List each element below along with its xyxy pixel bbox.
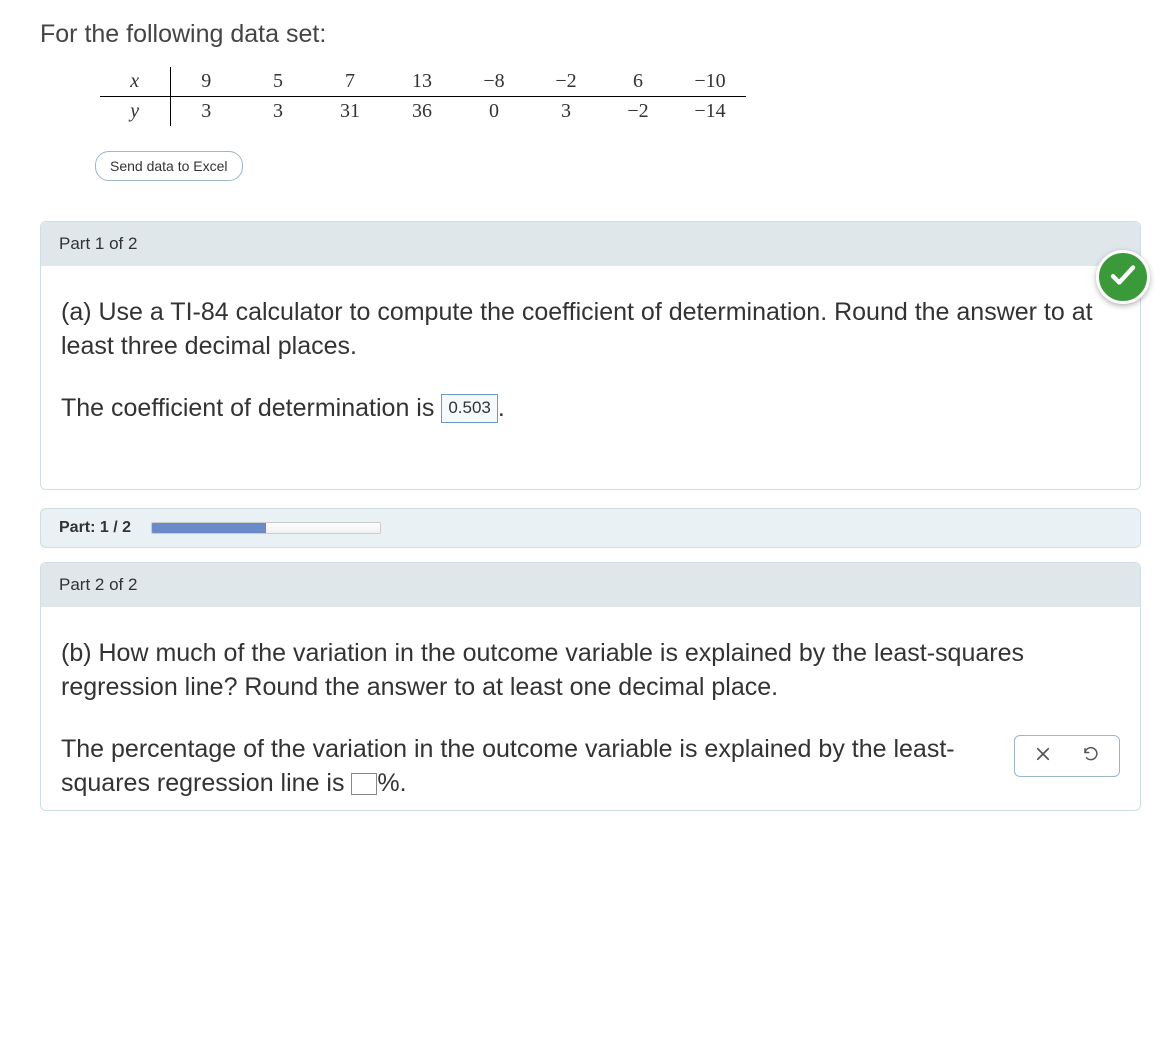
part2-body: (b) How much of the variation in the out… bbox=[41, 607, 1140, 810]
data-table: x 9 5 7 13 −8 −2 6 −10 y 3 3 31 36 0 3 −… bbox=[100, 67, 746, 126]
part2-answer-prefix: The percentage of the variation in the o… bbox=[61, 735, 955, 797]
close-icon bbox=[1034, 739, 1052, 773]
part1-answer-suffix: . bbox=[498, 394, 505, 422]
part2-answer-line: The percentage of the variation in the o… bbox=[61, 733, 994, 801]
clear-button[interactable] bbox=[1033, 746, 1053, 766]
check-icon bbox=[1108, 260, 1138, 295]
cell: −14 bbox=[674, 97, 746, 127]
cell: −10 bbox=[674, 67, 746, 97]
cell: 0 bbox=[458, 97, 530, 127]
cell: 9 bbox=[170, 67, 242, 97]
part1-question: (a) Use a TI-84 calculator to compute th… bbox=[61, 296, 1120, 364]
part2-question: (b) How much of the variation in the out… bbox=[61, 637, 1120, 705]
cell: −2 bbox=[530, 67, 602, 97]
cell: 3 bbox=[170, 97, 242, 127]
cell: −8 bbox=[458, 67, 530, 97]
cell: 7 bbox=[314, 67, 386, 97]
part1-answer-line: The coefficient of determination is 0.50… bbox=[61, 392, 1120, 426]
part1-answer-input[interactable]: 0.503 bbox=[441, 394, 498, 423]
correct-badge bbox=[1096, 250, 1150, 304]
cell: 13 bbox=[386, 67, 458, 97]
part1-answer-prefix: The coefficient of determination is bbox=[61, 394, 441, 422]
send-to-excel-button[interactable]: Send data to Excel bbox=[95, 151, 243, 181]
part2-answer-suffix: %. bbox=[377, 769, 406, 797]
table-row: y 3 3 31 36 0 3 −2 −14 bbox=[100, 97, 746, 127]
part2-answer-row: The percentage of the variation in the o… bbox=[61, 733, 1120, 801]
reset-button[interactable] bbox=[1081, 746, 1101, 766]
progress-fill bbox=[152, 523, 266, 533]
cell: 36 bbox=[386, 97, 458, 127]
action-box bbox=[1014, 735, 1120, 777]
cell: 6 bbox=[602, 67, 674, 97]
part2-container: Part 2 of 2 (b) How much of the variatio… bbox=[40, 562, 1141, 811]
row-label-x: x bbox=[100, 67, 170, 97]
undo-icon bbox=[1082, 739, 1100, 773]
row-label-y: y bbox=[100, 97, 170, 127]
part1-body: (a) Use a TI-84 calculator to compute th… bbox=[41, 266, 1140, 489]
cell: 3 bbox=[242, 97, 314, 127]
part2-answer-input[interactable] bbox=[351, 773, 377, 795]
part2-header: Part 2 of 2 bbox=[41, 563, 1140, 607]
intro-text: For the following data set: bbox=[40, 20, 1141, 49]
table-row: x 9 5 7 13 −8 −2 6 −10 bbox=[100, 67, 746, 97]
cell: 5 bbox=[242, 67, 314, 97]
data-table-wrap: x 9 5 7 13 −8 −2 6 −10 y 3 3 31 36 0 3 −… bbox=[100, 67, 1141, 126]
cell: 3 bbox=[530, 97, 602, 127]
cell: −2 bbox=[602, 97, 674, 127]
progress-label: Part: 1 / 2 bbox=[59, 519, 131, 537]
part1-header: Part 1 of 2 bbox=[41, 222, 1140, 266]
progress-row: Part: 1 / 2 bbox=[40, 508, 1141, 548]
cell: 31 bbox=[314, 97, 386, 127]
progress-bar bbox=[151, 522, 381, 534]
part1-container: Part 1 of 2 (a) Use a TI-84 calculator t… bbox=[40, 221, 1141, 490]
